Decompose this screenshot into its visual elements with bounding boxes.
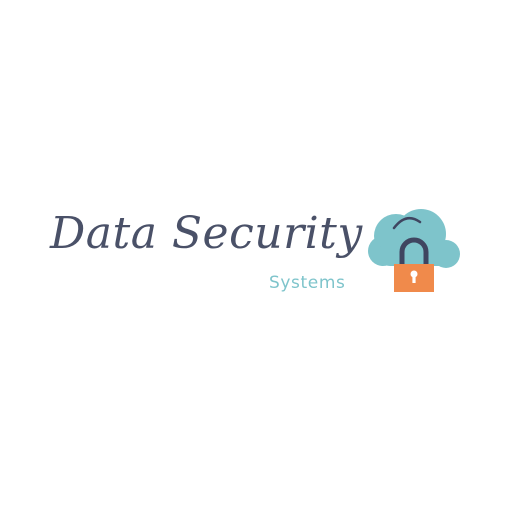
cloud-lock-icon	[368, 209, 460, 292]
brand-name: Data Security	[50, 208, 363, 259]
page: Data Security Systems	[0, 0, 512, 512]
logo: Data Security Systems	[0, 0, 512, 512]
brand-subtitle: Systems	[269, 273, 346, 293]
